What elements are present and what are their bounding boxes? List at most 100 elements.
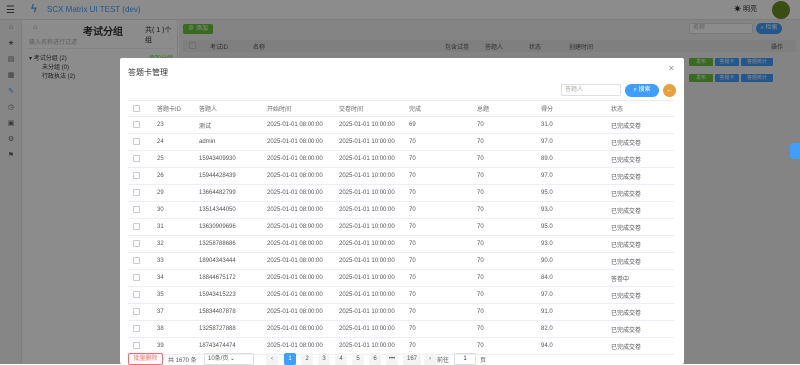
table-cell: 2025-01-01 10:00:00 xyxy=(334,337,404,355)
table-cell: 95.0 xyxy=(536,218,606,236)
page-button[interactable]: 4 xyxy=(335,353,347,365)
table-cell: 70 xyxy=(404,133,472,151)
close-icon[interactable]: ✕ xyxy=(668,64,675,73)
table-row[interactable]: 39 18743474474 2025-01-01 08:00:00 2025-01-… xyxy=(128,337,674,355)
row-checkbox[interactable] xyxy=(128,167,152,185)
table-cell: 35 xyxy=(152,286,194,304)
table-cell: 70 xyxy=(472,133,536,151)
column-header: 完成 xyxy=(404,100,472,117)
page-button[interactable]: 6 xyxy=(369,353,381,365)
prev-page-button[interactable]: ‹ xyxy=(266,353,278,365)
table-cell: 70 xyxy=(472,184,536,202)
table-cell: 70 xyxy=(472,235,536,253)
table-row[interactable]: 38 13258727888 2025-01-01 08:00:00 2025-01-… xyxy=(128,320,674,338)
row-checkbox[interactable] xyxy=(128,337,152,355)
column-header: 状态 xyxy=(606,100,674,117)
table-cell: 2025-01-01 10:00:00 xyxy=(334,286,404,304)
table-cell: 70 xyxy=(472,286,536,304)
next-page-button[interactable]: › xyxy=(424,353,436,365)
table-cell: 测试 xyxy=(194,116,262,134)
row-checkbox[interactable] xyxy=(128,133,152,151)
table-cell: 2025-01-01 10:00:00 xyxy=(334,201,404,219)
table-cell: 2025-01-01 10:00:00 xyxy=(334,167,404,185)
table-cell: 70 xyxy=(404,252,472,270)
table-cell: 已完成交卷 xyxy=(606,133,674,151)
table-cell: 70 xyxy=(472,252,536,270)
answerer-search-input[interactable]: 答题人 xyxy=(561,84,621,96)
row-checkbox[interactable] xyxy=(128,252,152,270)
table-row[interactable]: 37 15834407878 2025-01-01 08:00:00 2025-01-… xyxy=(128,303,674,321)
row-checkbox[interactable] xyxy=(128,269,152,287)
table-cell: 70 xyxy=(472,201,536,219)
table-cell: 31 xyxy=(152,218,194,236)
page-button[interactable]: 2 xyxy=(301,353,313,365)
chevron-down-icon: ⌄ xyxy=(230,356,236,362)
side-drawer-tab[interactable] xyxy=(790,143,800,159)
table-cell: 13664482799 xyxy=(194,184,262,202)
table-row[interactable]: 26 15944428439 2025-01-01 08:00:00 2025-01-… xyxy=(128,167,674,185)
page-button[interactable]: 167 xyxy=(403,353,421,365)
table-cell: 2025-01-01 10:00:00 xyxy=(334,320,404,338)
page-button[interactable]: 5 xyxy=(352,353,364,365)
table-cell: 70 xyxy=(404,337,472,355)
table-cell: 2025-01-01 08:00:00 xyxy=(262,201,334,219)
dialog-search-button[interactable]: ⌕ 搜索 xyxy=(625,84,659,97)
table-cell: 已完成交卷 xyxy=(606,320,674,338)
table-row[interactable]: 23 测试 2025-01-01 08:00:00 2025-01-01 10:00:… xyxy=(128,116,674,134)
batch-delete-button[interactable]: 批量删除 xyxy=(128,353,163,365)
table-cell: 97.0 xyxy=(536,133,606,151)
column-header: 答题人 xyxy=(194,100,262,117)
row-checkbox[interactable] xyxy=(128,184,152,202)
table-cell: 18844675172 xyxy=(194,269,262,287)
table-row[interactable]: 24 admin 2025-01-01 08:00:00 2025-01-01 10:… xyxy=(128,133,674,151)
row-checkbox[interactable] xyxy=(128,235,152,253)
column-header: 答题卡ID xyxy=(152,100,194,117)
row-checkbox[interactable] xyxy=(128,116,152,134)
goto-page-input[interactable]: 1 xyxy=(454,353,476,365)
table-cell: 91.0 xyxy=(536,303,606,321)
table-cell: 已完成交卷 xyxy=(606,116,674,134)
back-icon[interactable]: ← xyxy=(663,84,676,97)
table-row[interactable]: 31 13630909696 2025-01-01 08:00:00 2025-01-… xyxy=(128,218,674,236)
table-cell: 13258788686 xyxy=(194,235,262,253)
table-cell: 2025-01-01 10:00:00 xyxy=(334,184,404,202)
table-cell: 2025-01-01 08:00:00 xyxy=(262,167,334,185)
table-row[interactable]: 33 18904343444 2025-01-01 08:00:00 2025-01-… xyxy=(128,252,674,270)
row-checkbox[interactable] xyxy=(128,320,152,338)
table-cell: 2025-01-01 10:00:00 xyxy=(334,218,404,236)
table-row[interactable]: 30 13514344050 2025-01-01 08:00:00 2025-01-… xyxy=(128,201,674,219)
table-cell: 70 xyxy=(404,286,472,304)
row-checkbox[interactable] xyxy=(128,201,152,219)
select-all-checkbox[interactable] xyxy=(128,100,152,117)
row-checkbox[interactable] xyxy=(128,150,152,168)
page-button[interactable]: 3 xyxy=(318,353,330,365)
table-row[interactable]: 29 13664482799 2025-01-01 08:00:00 2025-01-… xyxy=(128,184,674,202)
page-button[interactable]: 1 xyxy=(284,353,296,365)
table-row[interactable]: 35 15943415223 2025-01-01 08:00:00 2025-01-… xyxy=(128,286,674,304)
column-header: 交卷时间 xyxy=(334,100,404,117)
table-cell: 93.0 xyxy=(536,235,606,253)
table-cell: 2025-01-01 08:00:00 xyxy=(262,303,334,321)
answer-card-dialog: 答题卡管理 ✕ 答题人 ⌕ 搜索 ← 答题卡ID 答题人 开始时间 交卷时间 完… xyxy=(120,58,684,365)
table-cell: 70 xyxy=(404,201,472,219)
total-count: 共 1670 条 xyxy=(168,358,197,364)
table-cell: 70 xyxy=(404,167,472,185)
table-row[interactable]: 32 13258788686 2025-01-01 08:00:00 2025-01-… xyxy=(128,235,674,253)
table-cell: 2025-01-01 08:00:00 xyxy=(262,235,334,253)
table-cell: 70 xyxy=(404,303,472,321)
page-size-select[interactable]: 10条/页 ⌄ xyxy=(204,353,254,365)
row-checkbox[interactable] xyxy=(128,218,152,236)
more-pages-button[interactable]: ••• xyxy=(386,353,398,365)
row-checkbox[interactable] xyxy=(128,286,152,304)
table-row[interactable]: 25 15943409930 2025-01-01 08:00:00 2025-01-… xyxy=(128,150,674,168)
table-cell: 38 xyxy=(152,320,194,338)
table-cell: 已完成交卷 xyxy=(606,252,674,270)
table-cell: 18743474474 xyxy=(194,337,262,355)
table-row[interactable]: 34 18844675172 2025-01-01 08:00:00 2025-01-… xyxy=(128,269,674,287)
table-cell: 2025-01-01 08:00:00 xyxy=(262,337,334,355)
row-checkbox[interactable] xyxy=(128,303,152,321)
column-header: 开始时间 xyxy=(262,100,334,117)
table-cell: 97.0 xyxy=(536,167,606,185)
table-cell: 70 xyxy=(472,269,536,287)
table-cell: 34 xyxy=(152,269,194,287)
